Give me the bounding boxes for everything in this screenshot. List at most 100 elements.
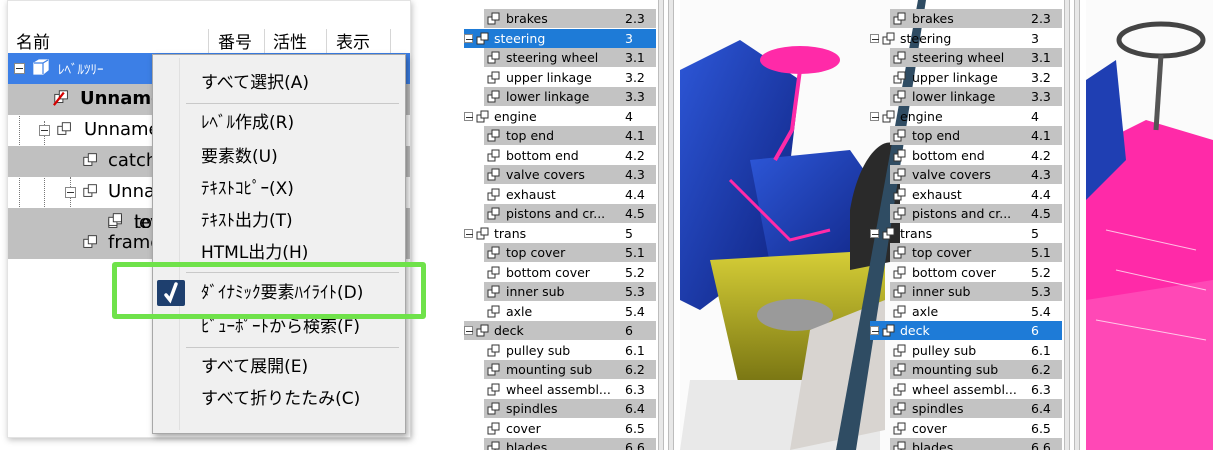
assembly-row[interactable]: upper linkage 3.2 — [462, 68, 658, 88]
assembly-row-label: bottom end — [506, 147, 579, 163]
assembly-row[interactable]: pulley sub 6.1 — [462, 341, 658, 361]
viewport-render-after[interactable] — [1086, 0, 1213, 450]
collapse-icon[interactable] — [14, 63, 25, 74]
assembly-row[interactable]: trans 5 — [462, 224, 658, 244]
assembly-row-label: upper linkage — [912, 69, 998, 85]
collapse-icon[interactable] — [464, 228, 473, 238]
assembly-row[interactable]: valve covers 4.3 — [868, 165, 1063, 185]
assembly-row[interactable]: pistons and cr... 4.5 — [868, 204, 1063, 224]
assembly-row[interactable]: deck 6 — [462, 321, 658, 341]
assembly-row[interactable]: lower linkage 3.3 — [868, 87, 1063, 107]
assembly-row[interactable]: cover 6.5 — [462, 419, 658, 439]
menu-item-expand-all[interactable]: すべて展開(E) — [201, 357, 308, 377]
assembly-icon — [893, 188, 906, 200]
assembly-row[interactable]: trans 5 — [868, 224, 1063, 244]
assembly-row-name: pistons and cr... — [890, 204, 1028, 223]
assembly-row[interactable]: deck 6 — [868, 321, 1063, 341]
assembly-row-number: 4.4 — [1031, 186, 1051, 202]
collapse-icon[interactable] — [870, 111, 879, 121]
column-divider[interactable] — [390, 29, 391, 53]
assembly-row[interactable]: valve covers 4.3 — [462, 165, 658, 185]
assembly-row-label: spindles — [912, 401, 964, 416]
assembly-row-number: 5.3 — [622, 282, 656, 301]
assembly-row[interactable]: wheel assembl... 6.3 — [462, 380, 658, 400]
collapse-icon[interactable] — [464, 33, 473, 43]
assembly-row[interactable]: inner sub 5.3 — [868, 282, 1063, 302]
assembly-row[interactable]: steering wheel 3.1 — [868, 48, 1063, 68]
assembly-row[interactable]: blades 6.6 — [462, 438, 658, 450]
collapse-icon[interactable] — [39, 125, 50, 136]
assembly-icon — [893, 266, 906, 278]
context-menu: すべて選択(A) ﾚﾍﾞﾙ作成(R) 要素数(U) ﾃｷｽﾄｺﾋﾟｰ(X) ﾃｷ… — [152, 54, 406, 434]
assembly-row-number: 6.3 — [625, 381, 645, 397]
assembly-row[interactable]: mounting sub 6.2 — [462, 360, 658, 380]
assembly-row[interactable]: blades 6.6 — [868, 438, 1063, 450]
assembly-row[interactable]: spindles 6.4 — [462, 399, 658, 419]
assembly-row[interactable]: spindles 6.4 — [868, 399, 1063, 419]
assembly-row[interactable]: axle 5.4 — [868, 302, 1063, 322]
assembly-row[interactable]: mounting sub 6.2 — [868, 360, 1063, 380]
column-divider[interactable] — [264, 29, 265, 53]
menu-item-search-from-viewport[interactable]: ﾋﾞｭｰﾎﾟｰﾄから検索(F) — [201, 317, 360, 337]
assembly-row[interactable]: brakes 2.3 — [868, 9, 1063, 29]
collapse-icon[interactable] — [870, 228, 879, 238]
assembly-row-number: 5.1 — [1028, 243, 1062, 262]
assembly-row-label: engine — [494, 108, 537, 124]
assembly-row[interactable]: axle 5.4 — [462, 302, 658, 322]
column-number[interactable]: 番号 — [218, 34, 252, 52]
assembly-row[interactable]: steering 3 — [868, 29, 1063, 49]
assembly-row[interactable]: steering 3 — [462, 28, 658, 49]
assembly-row[interactable]: top cover 5.1 — [868, 243, 1063, 263]
assembly-row[interactable]: top cover 5.1 — [462, 243, 658, 263]
assembly-row[interactable]: inner sub 5.3 — [462, 282, 658, 302]
assembly-row[interactable]: bottom end 4.2 — [462, 146, 658, 166]
menu-item-export-text[interactable]: ﾃｷｽﾄ出力(T) — [201, 211, 293, 231]
assembly-row[interactable]: exhaust 4.4 — [462, 185, 658, 205]
assembly-icon — [487, 168, 500, 181]
tree-row-label: ﾚﾍﾞﾙﾂﾘｰ — [58, 63, 104, 78]
column-name[interactable]: 名前 — [16, 34, 50, 52]
assembly-row[interactable]: pulley sub 6.1 — [868, 341, 1063, 361]
menu-item-collapse-all[interactable]: すべて折りたたみ(C) — [201, 389, 360, 409]
assembly-row[interactable]: steering wheel 3.1 — [462, 48, 658, 68]
assembly-row[interactable]: bottom cover 5.2 — [462, 263, 658, 283]
panel-splitter[interactable] — [1074, 0, 1080, 450]
menu-item-select-all[interactable]: すべて選択(A) — [201, 73, 309, 93]
assembly-row[interactable]: cover 6.5 — [868, 419, 1063, 439]
column-active[interactable]: 活性 — [273, 34, 307, 52]
column-divider[interactable] — [208, 29, 209, 53]
collapse-icon[interactable] — [870, 326, 879, 335]
assembly-row[interactable]: engine 4 — [462, 107, 658, 127]
assembly-icon — [893, 149, 906, 161]
panel-splitter[interactable] — [1064, 0, 1070, 450]
assembly-row[interactable]: exhaust 4.4 — [868, 185, 1063, 205]
collapse-icon[interactable] — [464, 326, 473, 335]
assembly-row[interactable]: wheel assembl... 6.3 — [868, 380, 1063, 400]
assembly-row[interactable]: pistons and cr... 4.5 — [462, 204, 658, 224]
assembly-row[interactable]: engine 4 — [868, 107, 1063, 127]
assembly-row-label: steering — [494, 30, 546, 46]
assembly-row[interactable]: bottom cover 5.2 — [868, 263, 1063, 283]
assembly-row-number: 5.2 — [625, 264, 645, 280]
assembly-row-number: 3.3 — [1028, 87, 1062, 106]
assembly-row-name: valve covers — [890, 165, 1028, 184]
menu-item-element-count[interactable]: 要素数(U) — [201, 147, 278, 167]
assembly-row[interactable]: lower linkage 3.3 — [462, 87, 658, 107]
collapse-icon[interactable] — [65, 187, 76, 198]
assembly-row[interactable]: upper linkage 3.2 — [868, 68, 1063, 88]
column-divider[interactable] — [326, 29, 327, 53]
panel-splitter[interactable] — [668, 0, 674, 450]
menu-item-export-html[interactable]: HTML出力(H) — [201, 243, 308, 263]
assembly-row-number: 2.3 — [622, 9, 656, 28]
assembly-row[interactable]: top end 4.1 — [868, 126, 1063, 146]
assembly-row[interactable]: brakes 2.3 — [462, 9, 658, 29]
collapse-icon[interactable] — [870, 33, 879, 43]
collapse-icon[interactable] — [464, 111, 473, 121]
column-display[interactable]: 表示 — [336, 34, 370, 52]
menu-item-copy-text[interactable]: ﾃｷｽﾄｺﾋﾟｰ(X) — [201, 179, 294, 199]
assembly-row[interactable]: top end 4.1 — [462, 126, 658, 146]
menu-item-create-level[interactable]: ﾚﾍﾞﾙ作成(R) — [201, 113, 294, 133]
panel-splitter[interactable] — [658, 0, 664, 450]
assembly-row[interactable]: bottom end 4.2 — [868, 146, 1063, 166]
assembly-row-number: 4.3 — [1028, 165, 1062, 184]
